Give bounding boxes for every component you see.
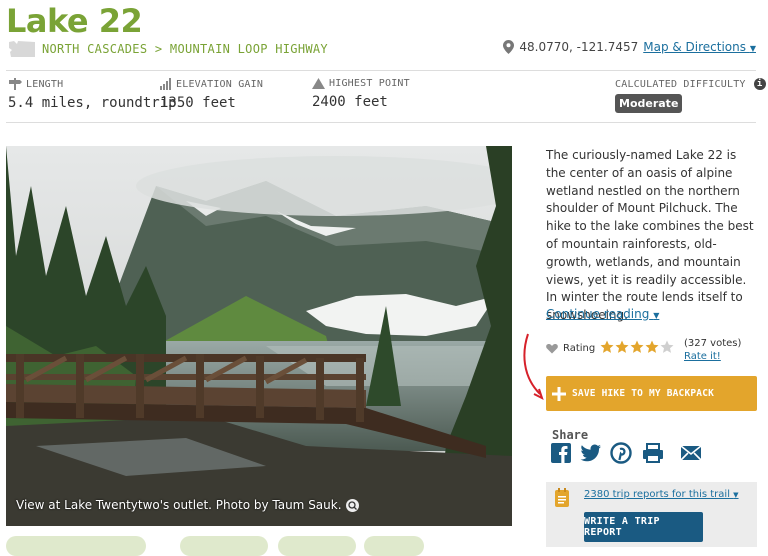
star-icon[interactable] [645, 340, 659, 354]
stat-highest-point: HIGHEST POINT 2400 feet [312, 78, 410, 110]
highest-point-value: 2400 feet [312, 94, 388, 110]
star-icon[interactable] [600, 340, 614, 354]
elevation-gain-value: 1350 feet [160, 95, 236, 111]
stat-elevation-gain: ELEVATION GAIN 1350 feet [160, 78, 263, 111]
vote-count: (327 votes) [684, 338, 742, 349]
feature-tag[interactable] [278, 536, 356, 556]
length-label: LENGTH [26, 78, 64, 90]
chevron-down-icon: ▼ [653, 311, 660, 320]
hike-description: The curiously-named Lake 22 is the cente… [546, 148, 754, 323]
write-trip-report-button[interactable]: WRITE A TRIP REPORT [584, 512, 703, 542]
rating-label: Rating [563, 343, 596, 354]
map-directions-link[interactable]: Map & Directions ▼ [643, 40, 756, 54]
hike-photo[interactable] [6, 146, 512, 526]
plus-icon [552, 386, 566, 401]
info-icon[interactable]: i [753, 78, 766, 90]
photo-caption-text: View at Lake Twentytwo's outlet. Photo b… [16, 498, 342, 512]
share-label: Share [552, 428, 589, 442]
facebook-icon[interactable] [550, 442, 572, 464]
chevron-down-icon: ▼ [733, 491, 739, 499]
rate-it-link[interactable]: Rate it! [684, 351, 721, 362]
save-to-backpack-button[interactable]: SAVE HIKE TO MY BACKPACK [546, 376, 757, 411]
chevron-down-icon: ▼ [749, 44, 756, 53]
divider [6, 122, 756, 123]
breadcrumb: NORTH CASCADES > MOUNTAIN LOOP HIGHWAY [8, 40, 328, 58]
mountain-peak-icon [312, 78, 325, 89]
feature-tag[interactable] [6, 536, 146, 556]
lake-photo-illustration [6, 146, 512, 526]
divider [6, 70, 756, 71]
save-to-backpack-label: SAVE HIKE TO MY BACKPACK [572, 388, 715, 399]
difficulty-badge: Moderate [615, 94, 683, 113]
email-icon[interactable] [680, 442, 702, 464]
breadcrumb-text[interactable]: NORTH CASCADES > MOUNTAIN LOOP HIGHWAY [42, 42, 328, 56]
coordinates: 48.0770, -121.7457 [519, 40, 639, 54]
pinterest-icon[interactable] [610, 442, 632, 464]
location-pin-icon [503, 40, 515, 54]
trip-report-icon [555, 488, 569, 507]
coordinates-row: 48.0770, -121.7457 Map & Directions ▼ [503, 40, 756, 54]
stat-difficulty: CALCULATED DIFFICULTY i Moderate [615, 78, 766, 113]
continue-reading-link[interactable]: Continue reading ▼ [546, 307, 659, 321]
feature-tag[interactable] [180, 536, 268, 556]
elevation-gain-label: ELEVATION GAIN [176, 78, 264, 90]
signpost-icon [9, 78, 22, 90]
trip-reports-link[interactable]: 2380 trip reports for this trail ▼ [584, 489, 739, 500]
star-icon[interactable] [630, 340, 644, 354]
wa-state-icon [9, 41, 35, 57]
difficulty-label: CALCULATED DIFFICULTY [615, 78, 746, 90]
star-icon[interactable] [660, 340, 674, 354]
star-rating[interactable] [600, 340, 674, 354]
print-icon[interactable] [642, 442, 664, 464]
star-icon[interactable] [615, 340, 629, 354]
feature-tag[interactable] [364, 536, 424, 556]
photo-caption: View at Lake Twentytwo's outlet. Photo b… [16, 498, 359, 512]
heart-icon [546, 344, 558, 354]
twitter-icon[interactable] [580, 442, 602, 464]
zoom-icon[interactable] [345, 498, 359, 512]
elevation-icon [160, 78, 171, 90]
page-title: Lake 22 [6, 2, 143, 40]
stat-length: LENGTH 5.4 miles, roundtrip [8, 78, 177, 111]
length-value: 5.4 miles, roundtrip [8, 95, 177, 111]
highest-point-label: HIGHEST POINT [329, 78, 410, 89]
